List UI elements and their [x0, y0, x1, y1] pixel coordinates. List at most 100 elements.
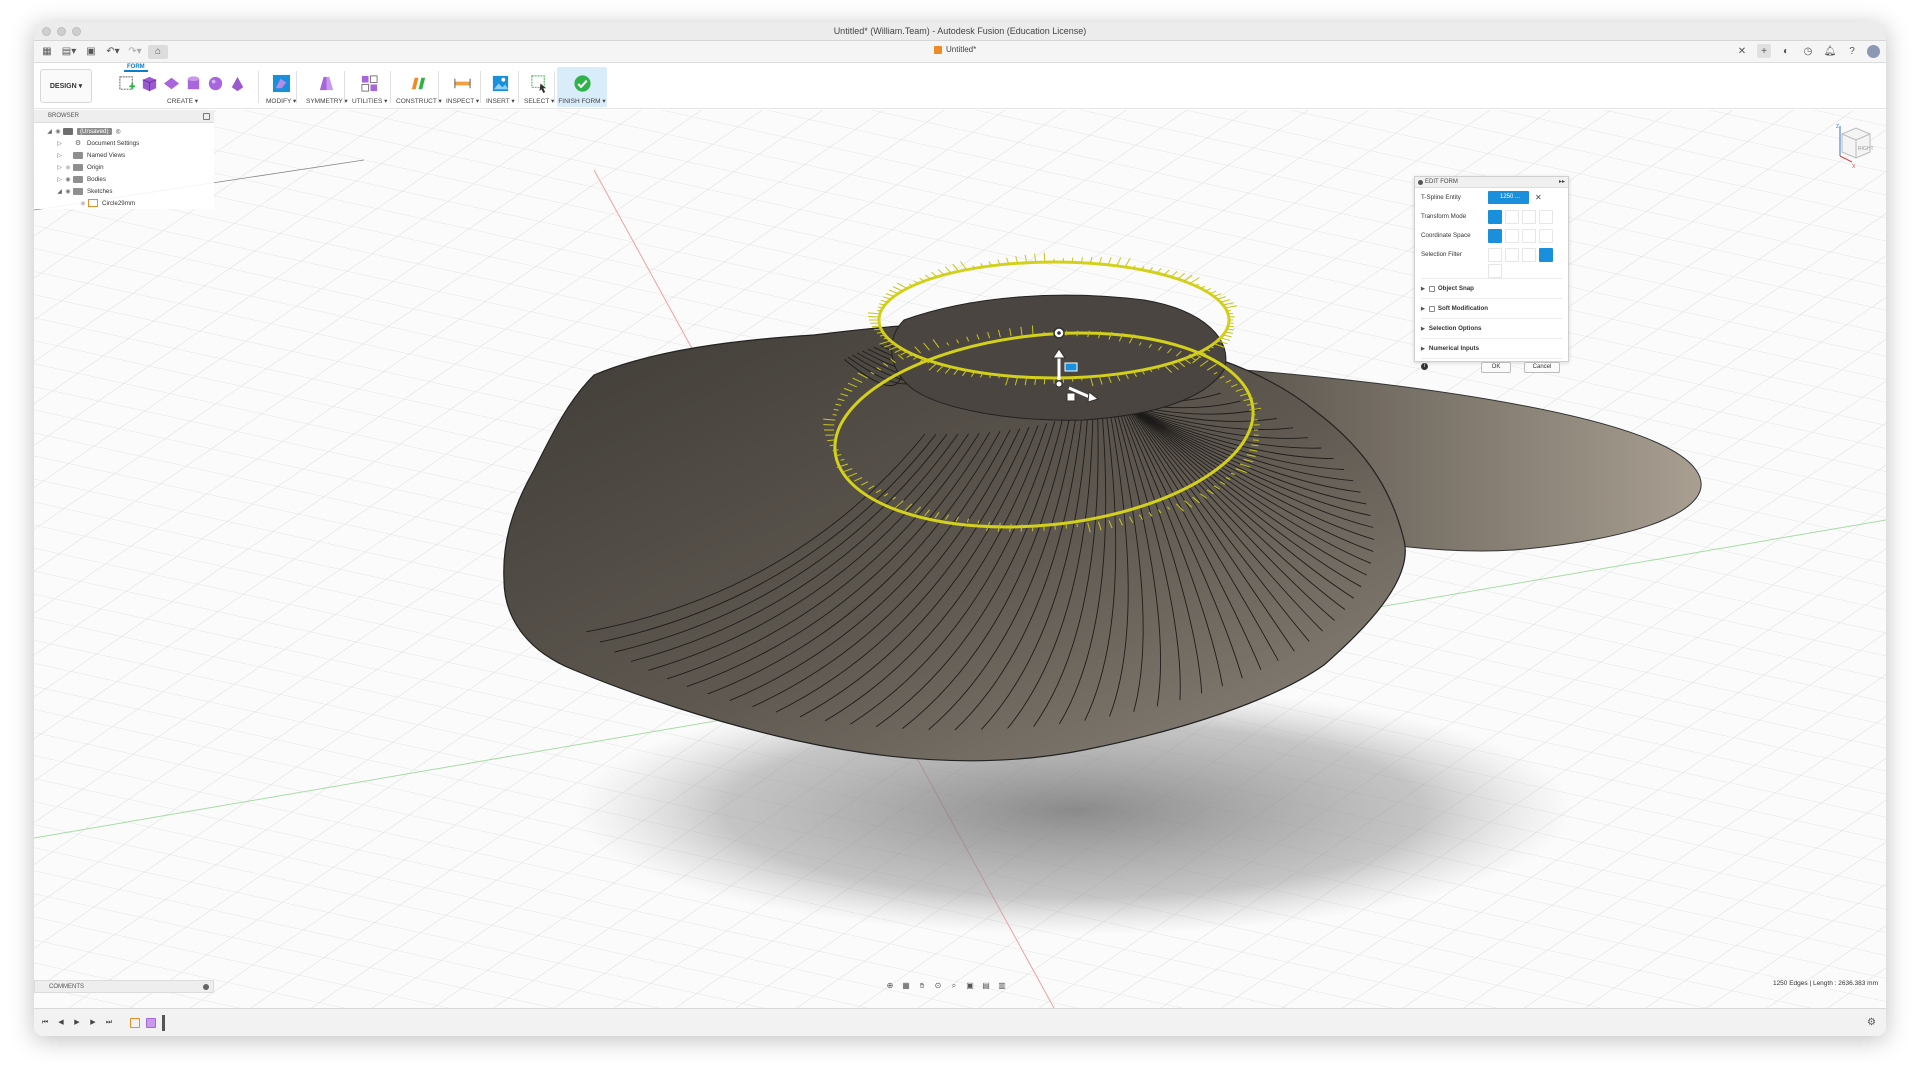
- browser-panel[interactable]: BROWSER ◢ ◉ (Unsaved) ◎ ▷ ⚙ Document Set…: [34, 110, 214, 209]
- info-icon[interactable]: i: [1421, 363, 1428, 370]
- construct-group[interactable]: CONSTRUCT ▾: [396, 71, 442, 107]
- window-controls[interactable]: [42, 27, 81, 36]
- data-panel-grid-icon[interactable]: ▦: [38, 45, 56, 59]
- play-icon[interactable]: ▶: [72, 1018, 82, 1028]
- expand-triangle-icon[interactable]: ▷: [56, 152, 63, 159]
- redo-icon[interactable]: ↷▾: [126, 45, 144, 59]
- timeline-sketch-feature[interactable]: [130, 1017, 140, 1028]
- browser-pin-icon[interactable]: [203, 113, 210, 120]
- timeline-settings-gear-icon[interactable]: ⚙: [1867, 1017, 1876, 1028]
- view-space-icon[interactable]: [1505, 228, 1519, 243]
- insert-group[interactable]: INSERT ▾: [486, 71, 515, 107]
- expand-triangle-icon[interactable]: ▷: [56, 140, 63, 147]
- new-tab-plus-icon[interactable]: +: [1757, 44, 1771, 58]
- plane-icon[interactable]: [162, 74, 181, 93]
- visibility-eye-icon[interactable]: ◉: [63, 176, 73, 183]
- scale-icon[interactable]: [1539, 209, 1553, 224]
- add-comment-icon[interactable]: [203, 984, 209, 990]
- document-tab[interactable]: Untitled*: [934, 45, 976, 54]
- symmetry-group[interactable]: SYMMETRY ▾: [306, 71, 348, 107]
- soft-modification-checkbox[interactable]: [1428, 305, 1435, 312]
- insert-image-icon[interactable]: [491, 74, 510, 93]
- step-back-icon[interactable]: ◀: [56, 1018, 66, 1028]
- expand-arrows-icon[interactable]: ▸▸: [1559, 177, 1565, 188]
- file-menu-icon[interactable]: ▤▾: [60, 45, 78, 59]
- visibility-eye-icon[interactable]: ◉: [63, 164, 73, 171]
- fit-zoom-icon[interactable]: ⌕: [948, 980, 960, 992]
- local-space-icon[interactable]: [1522, 228, 1536, 243]
- browser-item-document-settings[interactable]: ▷ ⚙ Document Settings: [34, 137, 214, 149]
- measure-icon[interactable]: [453, 74, 472, 93]
- multi-transform-icon[interactable]: [1488, 209, 1502, 224]
- orbit-icon[interactable]: ⊕: [884, 980, 896, 992]
- utilities-group[interactable]: UTILITIES ▾: [352, 71, 387, 107]
- notifications-bell-icon[interactable]: 🔔︎: [1823, 44, 1837, 58]
- look-at-icon[interactable]: ▦: [900, 980, 912, 992]
- visibility-eye-icon[interactable]: ◉: [63, 188, 73, 195]
- soft-modification-section[interactable]: ▶ Soft Modification: [1421, 298, 1562, 318]
- browser-item-origin[interactable]: ▷ ◉ Origin: [34, 161, 214, 173]
- collapse-triangle-icon[interactable]: ◢: [56, 188, 63, 195]
- offset-plane-icon[interactable]: [409, 74, 428, 93]
- edit-form-icon[interactable]: [272, 74, 291, 93]
- home-icon[interactable]: ⌂: [148, 44, 168, 59]
- selection-options-section[interactable]: ▶ Selection Options: [1421, 318, 1562, 338]
- visibility-eye-icon[interactable]: ◉: [53, 128, 63, 135]
- browser-item-sketch[interactable]: ◉ Circle29mm: [34, 197, 214, 209]
- vertex-filter-icon[interactable]: [1488, 247, 1502, 262]
- window-select-icon[interactable]: [530, 74, 549, 93]
- comments-panel[interactable]: COMMENTS: [34, 980, 214, 993]
- edit-form-dialog[interactable]: EDIT FORM ▸▸ T-Spline Entity 1250 ... ✕ …: [1414, 176, 1569, 373]
- browser-item-sketches[interactable]: ◢ ◉ Sketches: [34, 185, 214, 197]
- browser-item-named-views[interactable]: ▷ Named Views: [34, 149, 214, 161]
- face-filter-icon[interactable]: [1522, 247, 1536, 262]
- inspect-group[interactable]: INSPECT ▾: [446, 71, 479, 107]
- job-status-icon[interactable]: ◷: [1801, 44, 1815, 58]
- pan-hand-icon[interactable]: ✋︎: [916, 980, 928, 992]
- mirror-symmetry-icon[interactable]: [317, 74, 336, 93]
- step-forward-icon[interactable]: ▶: [88, 1018, 98, 1028]
- utilities-icon[interactable]: [360, 74, 379, 93]
- tspline-entity-selector[interactable]: 1250 ...: [1488, 191, 1529, 204]
- object-snap-section[interactable]: ▶ Object Snap: [1421, 278, 1562, 298]
- extensions-icon[interactable]: ◐: [1779, 44, 1793, 58]
- modify-group[interactable]: MODIFY ▾: [266, 71, 296, 107]
- undo-icon[interactable]: ↶▾: [104, 45, 122, 59]
- select-group[interactable]: SELECT ▾: [524, 71, 554, 107]
- finish-form-group[interactable]: FINISH FORM ▾: [557, 67, 607, 107]
- save-icon[interactable]: ▣: [82, 45, 100, 59]
- workspace-switcher-button[interactable]: DESIGN ▾: [40, 69, 92, 103]
- numerical-inputs-section[interactable]: ▶ Numerical Inputs: [1421, 338, 1562, 358]
- collapse-triangle-icon[interactable]: ◢: [46, 128, 53, 135]
- viewports-icon[interactable]: ▥: [996, 980, 1008, 992]
- go-to-end-icon[interactable]: ⏭: [104, 1018, 114, 1028]
- zoom-icon[interactable]: ⊙: [932, 980, 944, 992]
- cancel-button[interactable]: Cancel: [1524, 362, 1560, 373]
- zoom-window-button[interactable]: [72, 27, 81, 36]
- browser-header[interactable]: BROWSER: [34, 110, 214, 123]
- go-to-start-icon[interactable]: ⏮: [40, 1018, 50, 1028]
- expand-triangle-icon[interactable]: ▷: [56, 176, 63, 183]
- world-space-icon[interactable]: [1488, 228, 1502, 243]
- browser-root-row[interactable]: ◢ ◉ (Unsaved) ◎: [34, 125, 214, 137]
- cylinder-icon[interactable]: [184, 74, 203, 93]
- user-avatar[interactable]: [1867, 44, 1880, 58]
- create-group[interactable]: CREATE ▾: [118, 71, 247, 107]
- finish-form-check-icon[interactable]: [573, 74, 592, 93]
- close-window-button[interactable]: [42, 27, 51, 36]
- grid-settings-icon[interactable]: ▤: [980, 980, 992, 992]
- viewcube[interactable]: RIGHT Z X: [1828, 120, 1878, 170]
- ok-button[interactable]: OK: [1481, 362, 1511, 373]
- translate-icon[interactable]: [1505, 209, 1519, 224]
- clear-selection-icon[interactable]: ✕: [1535, 193, 1542, 202]
- timeline-marker[interactable]: [162, 1014, 165, 1031]
- quadball-icon[interactable]: [228, 74, 247, 93]
- display-settings-icon[interactable]: ▣: [964, 980, 976, 992]
- help-icon[interactable]: ?: [1845, 44, 1859, 58]
- per-face-space-icon[interactable]: [1539, 228, 1553, 243]
- box-icon[interactable]: [140, 74, 159, 93]
- edge-filter-icon[interactable]: [1505, 247, 1519, 262]
- all-filter-icon[interactable]: [1539, 247, 1553, 262]
- visibility-eye-icon[interactable]: ◉: [78, 200, 88, 207]
- minimize-window-button[interactable]: [57, 27, 66, 36]
